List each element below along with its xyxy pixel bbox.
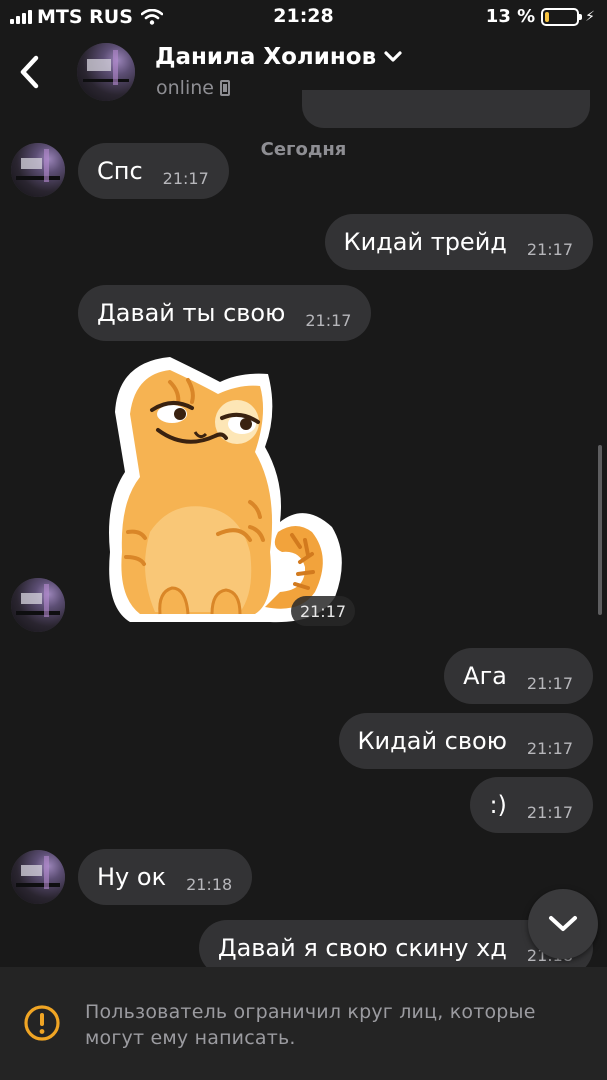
message-bubble-outgoing[interactable]: Ага 21:17 <box>444 648 593 704</box>
message-time: 21:17 <box>526 673 573 693</box>
message-bubble-incoming[interactable]: Спс 21:17 <box>78 143 229 199</box>
avatar[interactable] <box>11 578 65 632</box>
battery-percent: 13 % <box>485 6 536 27</box>
message-bubble-outgoing[interactable]: :) 21:17 <box>470 777 593 833</box>
message-bubble-outgoing[interactable]: Кидай свою 21:17 <box>338 713 593 769</box>
message-time: 21:17 <box>162 168 209 188</box>
avatar[interactable] <box>11 850 65 904</box>
message-bubble-incoming[interactable]: Ну ок 21:18 <box>78 849 253 905</box>
restriction-bar: Пользователь ограничил круг лиц, которые… <box>0 967 607 1080</box>
message-time: 21:18 <box>186 874 233 894</box>
status-bar: MTS RUS 21:28 13 % ⚡ <box>0 0 607 34</box>
message-time: 21:17 <box>526 239 573 259</box>
battery-fill <box>545 11 550 22</box>
message-bubble-incoming[interactable]: Давай ты свою 21:17 <box>78 285 372 341</box>
message-text: Давай ты свою <box>97 299 286 327</box>
contact-avatar[interactable] <box>77 43 135 101</box>
warning-icon <box>24 1005 60 1041</box>
chevron-left-icon[interactable] <box>14 52 46 92</box>
message-text: Ну ок <box>97 863 167 891</box>
message-text: Ага <box>463 662 507 690</box>
contact-status: online <box>156 77 230 99</box>
message-text: :) <box>489 791 507 819</box>
message-text: Спс <box>97 157 143 185</box>
scroll-indicator[interactable] <box>598 445 602 615</box>
message-text: Кидай свою <box>357 727 507 755</box>
message-time: 21:17 <box>305 310 352 330</box>
previous-message-bubble <box>302 90 590 128</box>
restriction-text: Пользователь ограничил круг лиц, которые… <box>85 1001 536 1049</box>
orange-cat-sticker[interactable] <box>100 352 350 632</box>
message-text: Давай я свою скину хд <box>217 934 507 962</box>
battery-icon <box>541 7 583 26</box>
contact-name: Данила Холинов <box>155 44 377 70</box>
message-time: 21:17 <box>526 738 573 758</box>
status-text: online <box>156 77 214 99</box>
contact-name-button[interactable]: Данила Холинов <box>155 44 402 70</box>
sticker-time: 21:17 <box>291 596 355 626</box>
scroll-down-button[interactable] <box>528 889 598 959</box>
mobile-phone-icon <box>219 80 230 96</box>
chevron-down-icon <box>549 916 577 931</box>
avatar[interactable] <box>11 143 65 197</box>
chevron-down-icon <box>384 51 402 62</box>
message-text: Кидай трейд <box>343 228 507 256</box>
message-time: 21:17 <box>526 802 573 822</box>
message-bubble-outgoing[interactable]: Кидай трейд 21:17 <box>324 214 593 270</box>
charging-icon: ⚡ <box>585 8 595 25</box>
status-right: 13 % ⚡ <box>486 6 595 27</box>
